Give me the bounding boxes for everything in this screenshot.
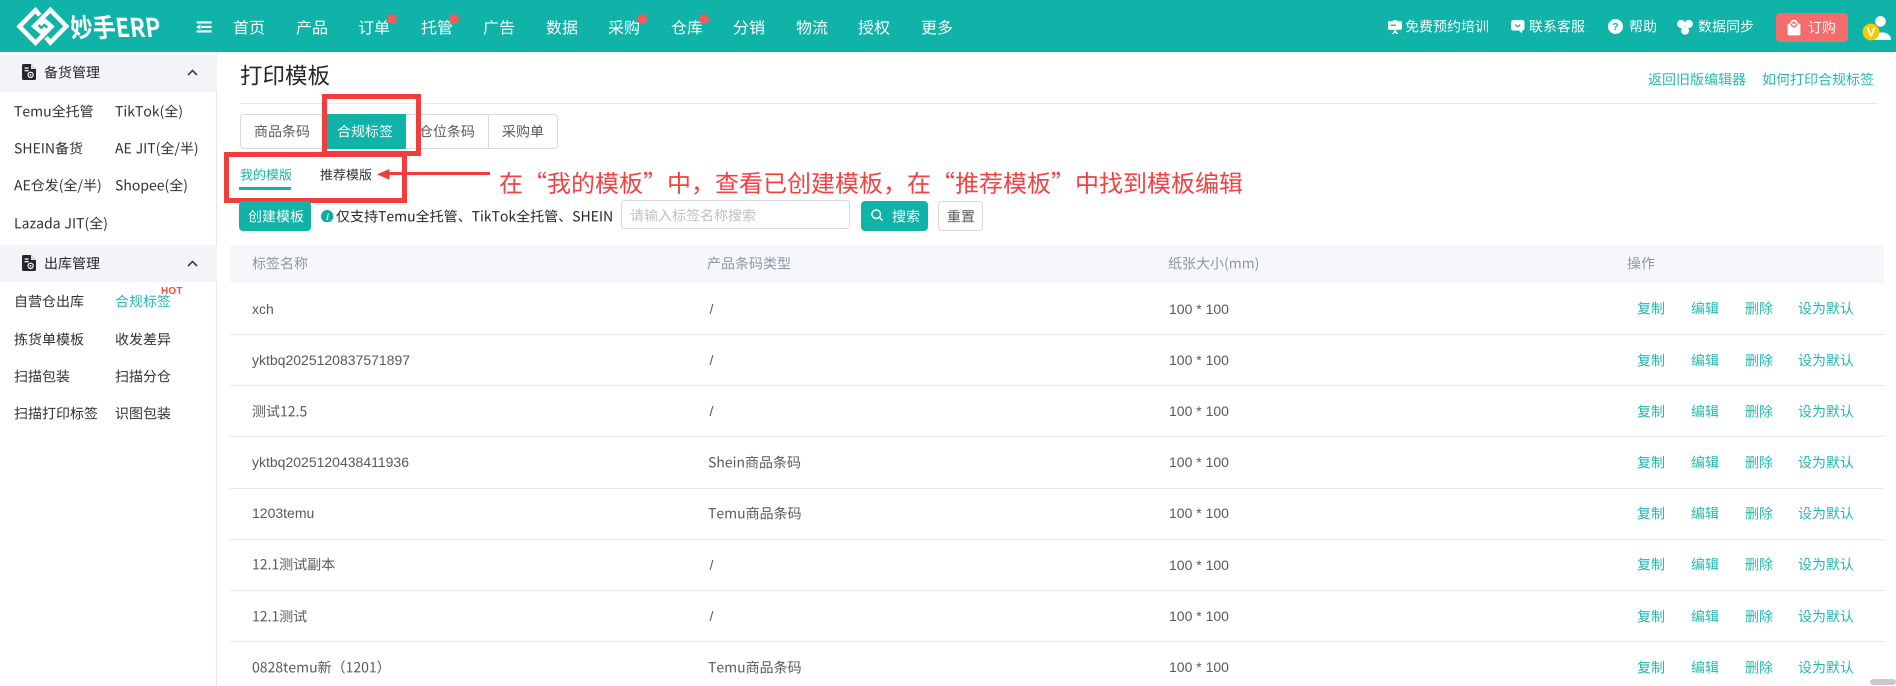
svg-text:?: ? — [1612, 21, 1618, 33]
svg-text:V: V — [1867, 25, 1876, 40]
svg-text:i: i — [327, 213, 330, 222]
